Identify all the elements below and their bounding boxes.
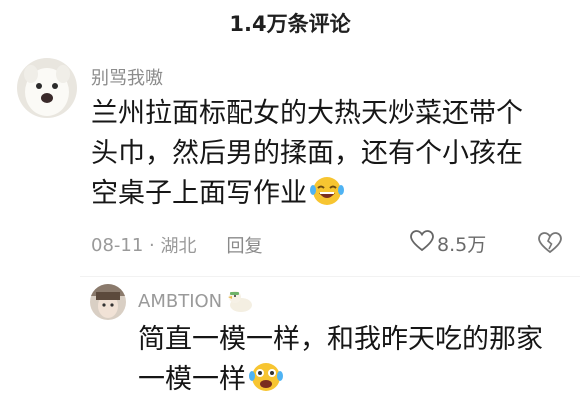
reply-line: 简直一模一样，和我昨天吃的那家 bbox=[138, 324, 543, 355]
reply-text: 简直一模一样，和我昨天吃的那家 一模一样 bbox=[138, 320, 578, 400]
divider bbox=[80, 276, 580, 277]
avatar[interactable] bbox=[17, 58, 77, 118]
reply-username[interactable]: AMBTION bbox=[138, 291, 222, 312]
heart-outline-icon bbox=[410, 230, 434, 257]
duck-badge-icon bbox=[226, 288, 254, 314]
broken-heart-icon bbox=[538, 232, 562, 258]
comment-line: 兰州拉面标配女的大热天炒菜还带个 bbox=[91, 98, 523, 129]
dislike-button[interactable] bbox=[538, 232, 562, 256]
comment-username[interactable]: 别骂我嗷 bbox=[91, 64, 163, 90]
reply-line: 一模一样 bbox=[138, 360, 578, 400]
comment-text: 兰州拉面标配女的大热天炒菜还带个 头巾，然后男的揉面，还有个小孩在 空桌子上面写… bbox=[91, 94, 561, 214]
comment-date: 08-11 bbox=[91, 234, 144, 256]
meta-separator: · bbox=[143, 234, 161, 256]
reply-line-text: 一模一样 bbox=[138, 364, 246, 395]
reply-button[interactable]: 回复 bbox=[226, 232, 262, 258]
comments-count-title: 1.4万条评论 bbox=[229, 12, 351, 36]
comment-line: 空桌子上面写作业 bbox=[91, 174, 561, 214]
like-button[interactable]: 8.5万 bbox=[410, 230, 486, 257]
comment-meta: 08-11 · 湖北 回复 bbox=[91, 232, 262, 258]
comment-line: 头巾，然后男的揉面，还有个小孩在 bbox=[91, 138, 523, 169]
comment-location: 湖北 bbox=[160, 236, 197, 257]
laughing-crying-emoji-icon bbox=[248, 360, 284, 394]
comment-line-text: 空桌子上面写作业 bbox=[91, 178, 307, 209]
like-count: 8.5万 bbox=[437, 234, 487, 256]
laughing-crying-emoji-icon bbox=[309, 174, 345, 208]
reply-thread: AMBTION 简直一模一样，和我昨天吃的那家 一模一样 bbox=[80, 276, 580, 417]
reply-username-row: AMBTION bbox=[138, 288, 254, 314]
reply-avatar[interactable] bbox=[90, 284, 126, 320]
